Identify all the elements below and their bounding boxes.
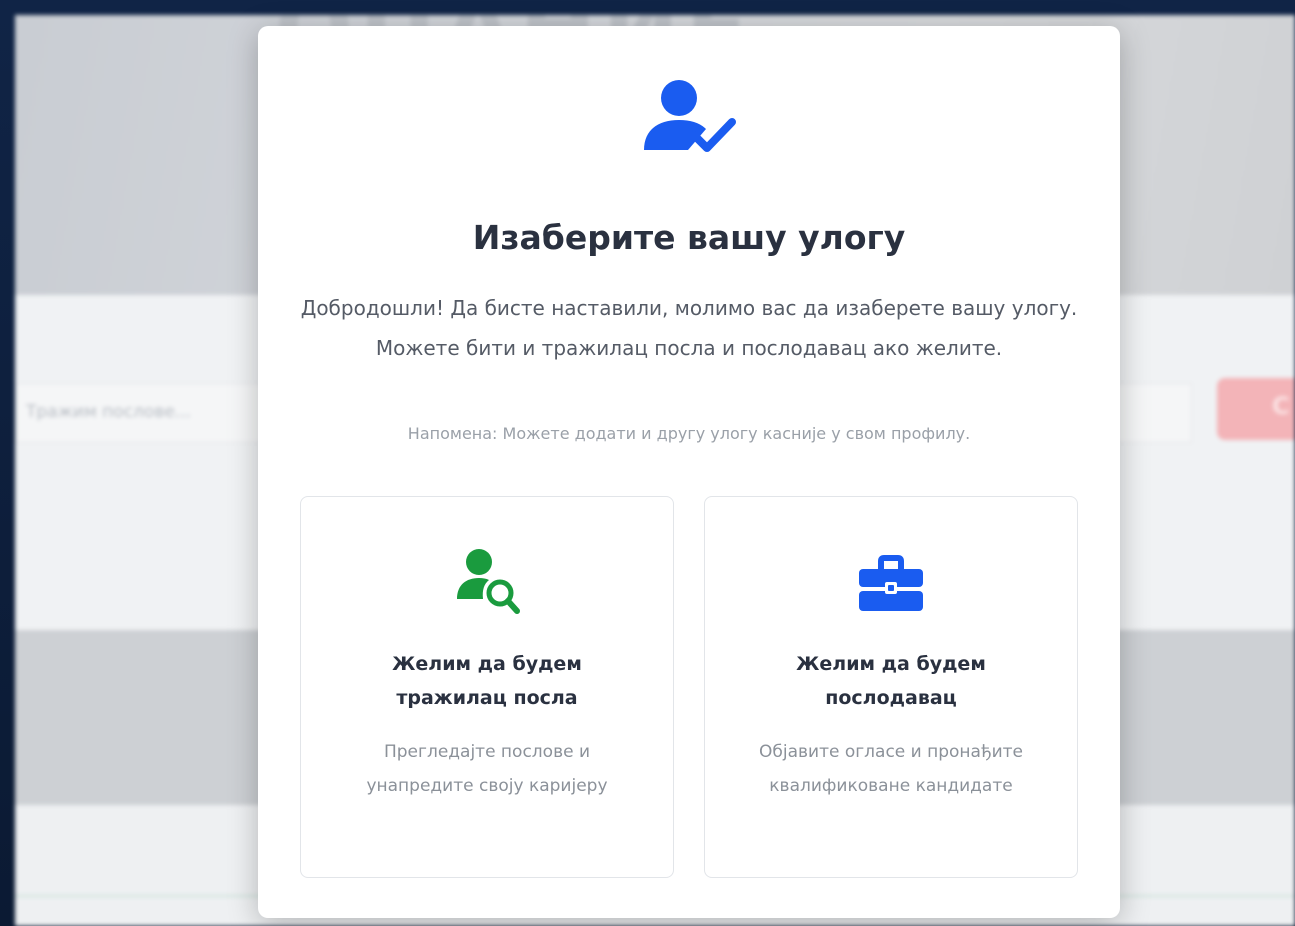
role-card-job-seeker[interactable]: Желим да будем тражилац посла Прегледајт… — [300, 496, 674, 878]
role-selection-modal: Изаберите вашу улогу Добродошли! Да бист… — [258, 26, 1120, 918]
modal-description: Добродошли! Да бисте наставили, молимо в… — [300, 296, 1078, 360]
background-search-button-label: С — [1272, 392, 1290, 420]
user-check-icon — [636, 78, 738, 174]
briefcase-icon — [855, 547, 927, 617]
role-title-employer: Желим да будем послодавац — [796, 653, 986, 709]
modal-title: Изаберите вашу улогу — [472, 218, 906, 257]
modal-note: Напомена: Можете додати и другу улогу ка… — [407, 424, 971, 443]
background-search-placeholder: Тражим послове... — [26, 402, 192, 422]
role-card-employer[interactable]: Желим да будем послодавац Објавите оглас… — [704, 496, 1078, 878]
background-search-button: С — [1217, 378, 1295, 440]
role-title-job-seeker: Желим да будем тражилац посла — [392, 653, 582, 709]
role-description-employer: Објавите огласе и пронађите квалификован… — [759, 742, 1023, 796]
user-search-icon — [451, 547, 523, 617]
role-description-job-seeker: Прегледајте послове и унапредите своју к… — [366, 742, 608, 796]
screen: ОПАНИЕ Тражим послове... С Изаберите ваш… — [0, 0, 1295, 926]
